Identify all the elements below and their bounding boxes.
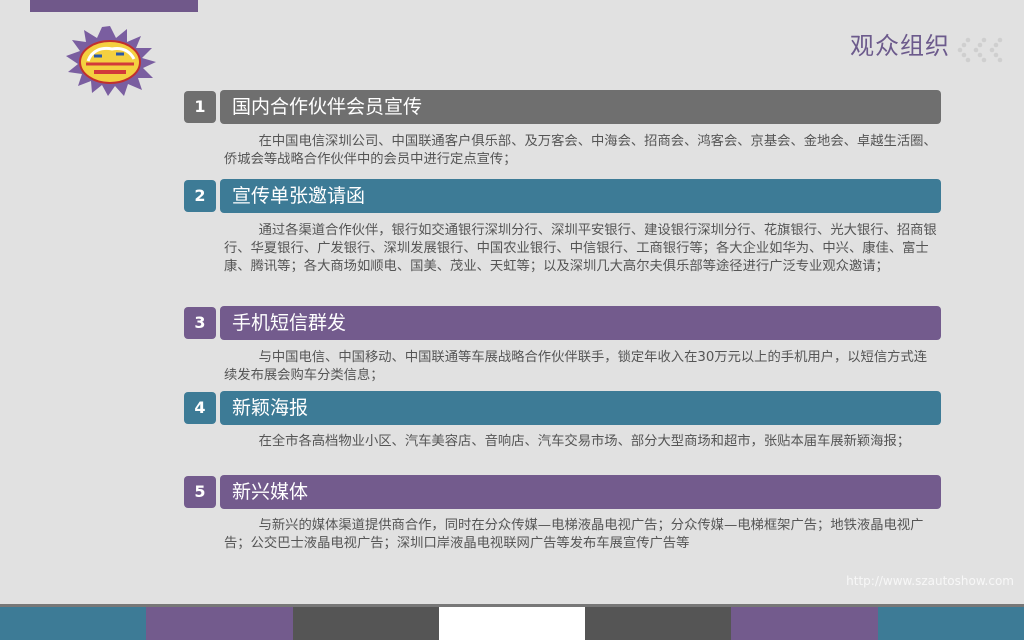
section-body-1: 在中国电信深圳公司、中国联通客户俱乐部、及万客会、中海会、招商会、鸿客会、京基会… <box>224 134 937 167</box>
footer-stripe-purple <box>146 604 293 640</box>
section-number-4: 4 <box>184 392 216 424</box>
section-title-1: 国内合作伙伴会员宣传 <box>220 90 941 124</box>
footer-stripe-dark <box>585 604 732 640</box>
section-body-5: 与新兴的媒体渠道提供商合作，同时在分众传媒—电梯液晶电视广告；分众传媒—电梯框架… <box>224 518 924 551</box>
footer-stripe-teal <box>877 604 1024 640</box>
section-title-5: 新兴媒体 <box>220 475 941 509</box>
footer-stripe-bar <box>0 604 1024 640</box>
section-number-3: 3 <box>184 307 216 339</box>
chevrons-left-icon <box>950 36 1004 64</box>
section-body-4: 在全市各高档物业小区、汽车美容店、音响店、汽车交易市场、部分大型商场和超市，张贴… <box>258 434 911 449</box>
section-body-2: 通过各渠道合作伙伴，银行如交通银行深圳分行、深圳平安银行、建设银行深圳分行、花旗… <box>224 223 937 274</box>
section-number-5: 5 <box>184 476 216 508</box>
website-url: http://www.szautoshow.com <box>846 574 1014 588</box>
section-number-2: 2 <box>184 180 216 212</box>
footer-stripe-teal <box>0 604 147 640</box>
section-title-3: 手机短信群发 <box>220 306 941 340</box>
footer-stripe-white <box>438 604 586 640</box>
page-title: 观众组织 <box>850 32 950 60</box>
top-accent-tab <box>30 0 198 12</box>
footer-stripe-purple <box>731 604 878 640</box>
section-title-2: 宣传单张邀请函 <box>220 179 941 213</box>
section-title-4: 新颖海报 <box>220 391 941 425</box>
section-body-3: 与中国电信、中国移动、中国联通等车展战略合作伙伴联手，锁定年收入在30万元以上的… <box>224 350 928 383</box>
auto-show-logo-icon <box>64 26 156 96</box>
footer-stripe-dark <box>292 604 439 640</box>
section-number-1: 1 <box>184 91 216 123</box>
